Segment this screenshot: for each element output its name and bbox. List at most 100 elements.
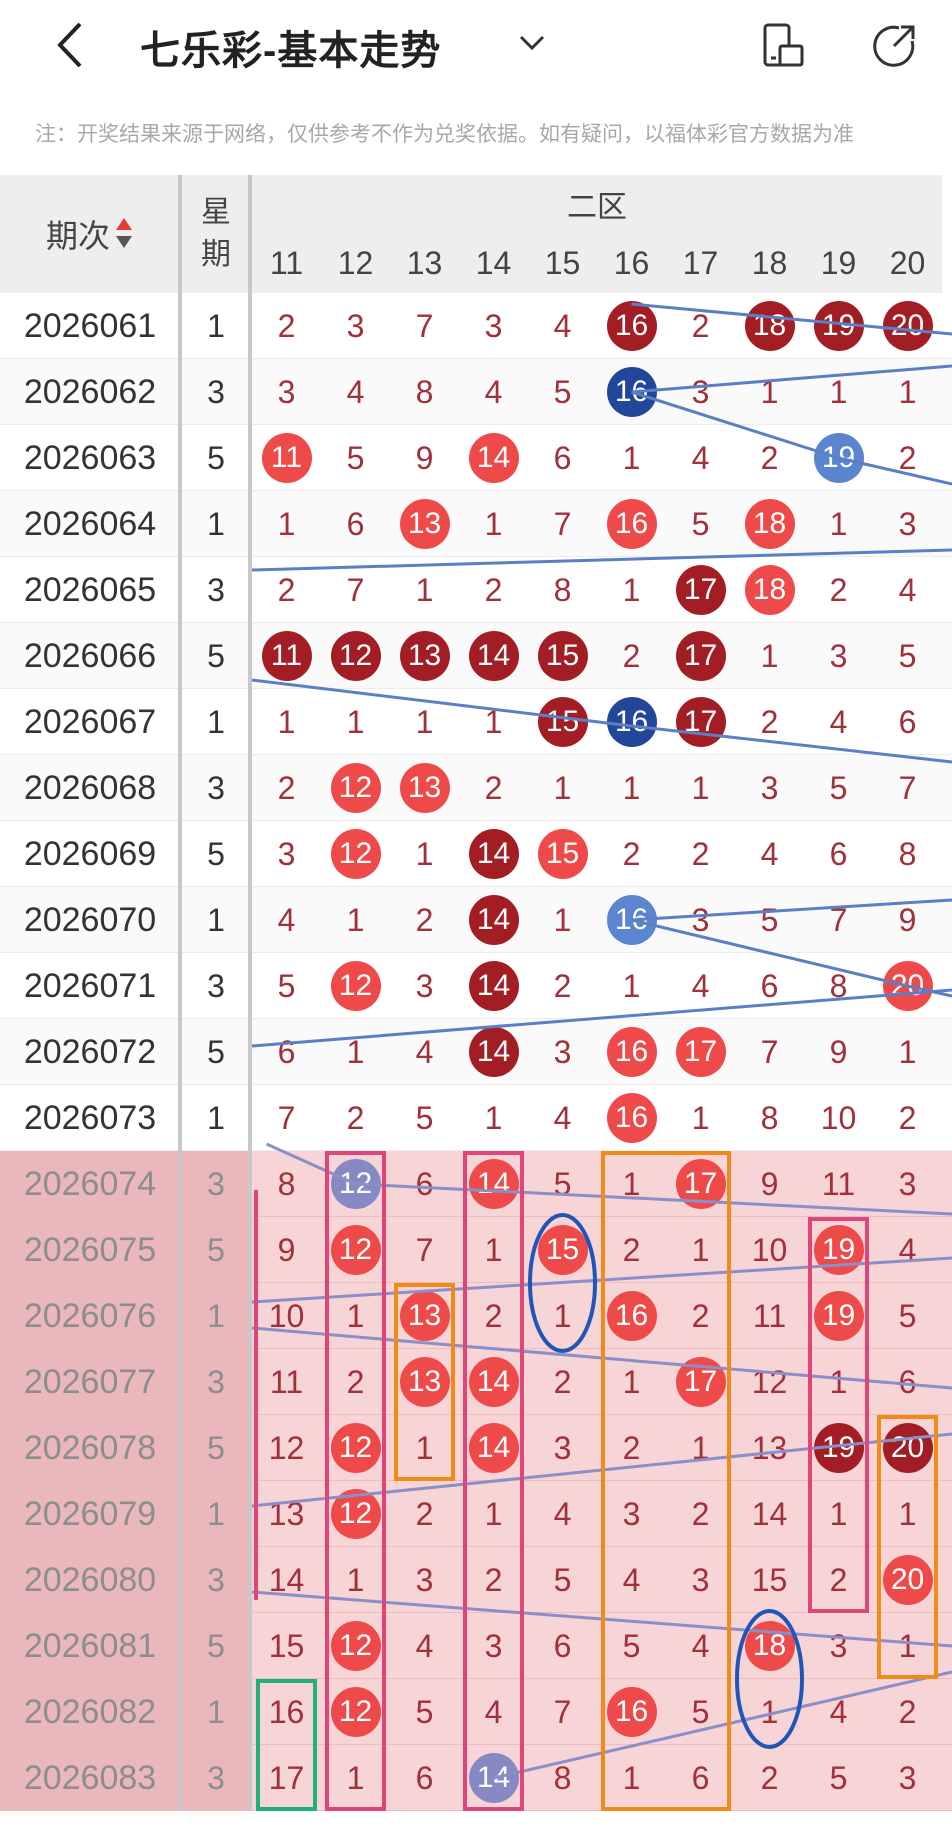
number-text: 6 (553, 1627, 572, 1664)
page-title[interactable]: 七乐彩-基本走势 (140, 18, 441, 76)
number-cell: 13 (390, 623, 459, 689)
period-cell[interactable]: 2026079 (0, 1481, 180, 1547)
period-cell[interactable]: 2026070 (0, 887, 180, 953)
sort-icon[interactable] (114, 216, 134, 252)
weekday-cell: 3 (207, 967, 225, 1004)
number-cell: 1 (459, 491, 528, 557)
number-text: 5 (829, 769, 848, 806)
number-cell: 2 (735, 1745, 804, 1811)
number-cell: 8 (804, 953, 873, 1019)
number-text: 5 (277, 967, 296, 1004)
number-cell: 10 (252, 1283, 321, 1349)
number-cell: 4 (390, 1019, 459, 1085)
period-cell[interactable]: 2026071 (0, 953, 180, 1019)
period-cell[interactable]: 2026081 (0, 1613, 180, 1679)
number-ball: 17 (675, 1159, 726, 1209)
chevron-left-icon[interactable] (50, 20, 90, 70)
number-text: 7 (415, 1231, 434, 1268)
number-cell: 1 (252, 491, 321, 557)
number-text: 1 (622, 967, 641, 1004)
weekday-cell: 1 (207, 1693, 225, 1730)
number-cell: 13 (252, 1481, 321, 1547)
number-cell: 9 (390, 425, 459, 491)
chevron-down-icon[interactable] (515, 28, 549, 58)
period-cell[interactable]: 2026063 (0, 425, 180, 491)
period-cell[interactable]: 2026062 (0, 359, 180, 425)
number-cell: 15 (528, 623, 597, 689)
number-cell: 4 (666, 953, 735, 1019)
number-text: 6 (553, 439, 572, 476)
number-cell: 12 (321, 1151, 390, 1217)
number-ball: 19 (813, 1291, 864, 1341)
number-cell: 15 (528, 821, 597, 887)
number-cell: 2 (459, 1547, 528, 1613)
number-text: 5 (415, 1099, 434, 1136)
number-cell: 1 (666, 755, 735, 821)
number-cell: 1 (528, 887, 597, 953)
number-cell: 1 (735, 359, 804, 425)
number-cell: 4 (252, 887, 321, 953)
number-cell: 6 (873, 689, 942, 755)
number-text: 2 (277, 571, 296, 608)
number-ball: 18 (744, 499, 795, 549)
weekday-cell: 1 (207, 703, 225, 740)
period-cell[interactable]: 2026075 (0, 1217, 180, 1283)
period-header[interactable]: 期次 (0, 175, 180, 293)
period-cell[interactable]: 2026074 (0, 1151, 180, 1217)
period-cell[interactable]: 2026083 (0, 1745, 180, 1811)
number-ball: 16 (606, 1027, 657, 1077)
number-text: 1 (484, 703, 503, 740)
period-cell[interactable]: 2026072 (0, 1019, 180, 1085)
weekday-cell: 1 (207, 1099, 225, 1136)
number-cell: 18 (735, 293, 804, 359)
number-ball: 14 (468, 1159, 519, 1209)
number-text: 5 (622, 1627, 641, 1664)
number-text: 7 (898, 769, 917, 806)
number-ball: 16 (606, 1093, 657, 1143)
period-cell[interactable]: 2026069 (0, 821, 180, 887)
share-icon[interactable] (870, 20, 920, 70)
number-text: 1 (484, 1495, 503, 1532)
period-cell[interactable]: 2026073 (0, 1085, 180, 1151)
period-cell[interactable]: 2026076 (0, 1283, 180, 1349)
column-header: 11 (252, 233, 321, 293)
number-text: 1 (691, 1429, 710, 1466)
number-text: 1 (415, 571, 434, 608)
number-text: 10 (751, 1231, 788, 1268)
number-cell: 1 (666, 1415, 735, 1481)
period-cell[interactable]: 2026078 (0, 1415, 180, 1481)
number-cell: 4 (804, 689, 873, 755)
weekday-cell: 5 (207, 1429, 225, 1466)
weekday-cell: 5 (207, 835, 225, 872)
period-cell[interactable]: 2026067 (0, 689, 180, 755)
number-cell: 6 (735, 953, 804, 1019)
screen-mode-icon[interactable] (760, 22, 806, 68)
number-cell: 4 (873, 557, 942, 623)
number-text: 3 (898, 505, 917, 542)
number-text: 3 (484, 1627, 503, 1664)
period-cell[interactable]: 2026061 (0, 293, 180, 359)
number-cell: 3 (528, 1415, 597, 1481)
number-cell: 4 (321, 359, 390, 425)
period-cell[interactable]: 2026066 (0, 623, 180, 689)
number-cell: 15 (528, 1217, 597, 1283)
number-ball: 13 (399, 1357, 450, 1407)
period-cell[interactable]: 2026080 (0, 1547, 180, 1613)
number-text: 5 (760, 901, 779, 938)
number-text: 3 (277, 373, 296, 410)
number-text: 8 (553, 571, 572, 608)
number-ball: 16 (606, 499, 657, 549)
period-cell[interactable]: 2026064 (0, 491, 180, 557)
period-cell[interactable]: 2026082 (0, 1679, 180, 1745)
number-cell: 7 (252, 1085, 321, 1151)
number-cell: 19 (804, 1217, 873, 1283)
number-cell: 1 (459, 1217, 528, 1283)
number-text: 10 (820, 1099, 857, 1136)
number-text: 1 (829, 1495, 848, 1532)
number-cell: 3 (459, 1613, 528, 1679)
weekday-cell: 5 (207, 1627, 225, 1664)
number-cell: 11 (252, 425, 321, 491)
period-cell[interactable]: 2026077 (0, 1349, 180, 1415)
period-cell[interactable]: 2026068 (0, 755, 180, 821)
period-cell[interactable]: 2026065 (0, 557, 180, 623)
